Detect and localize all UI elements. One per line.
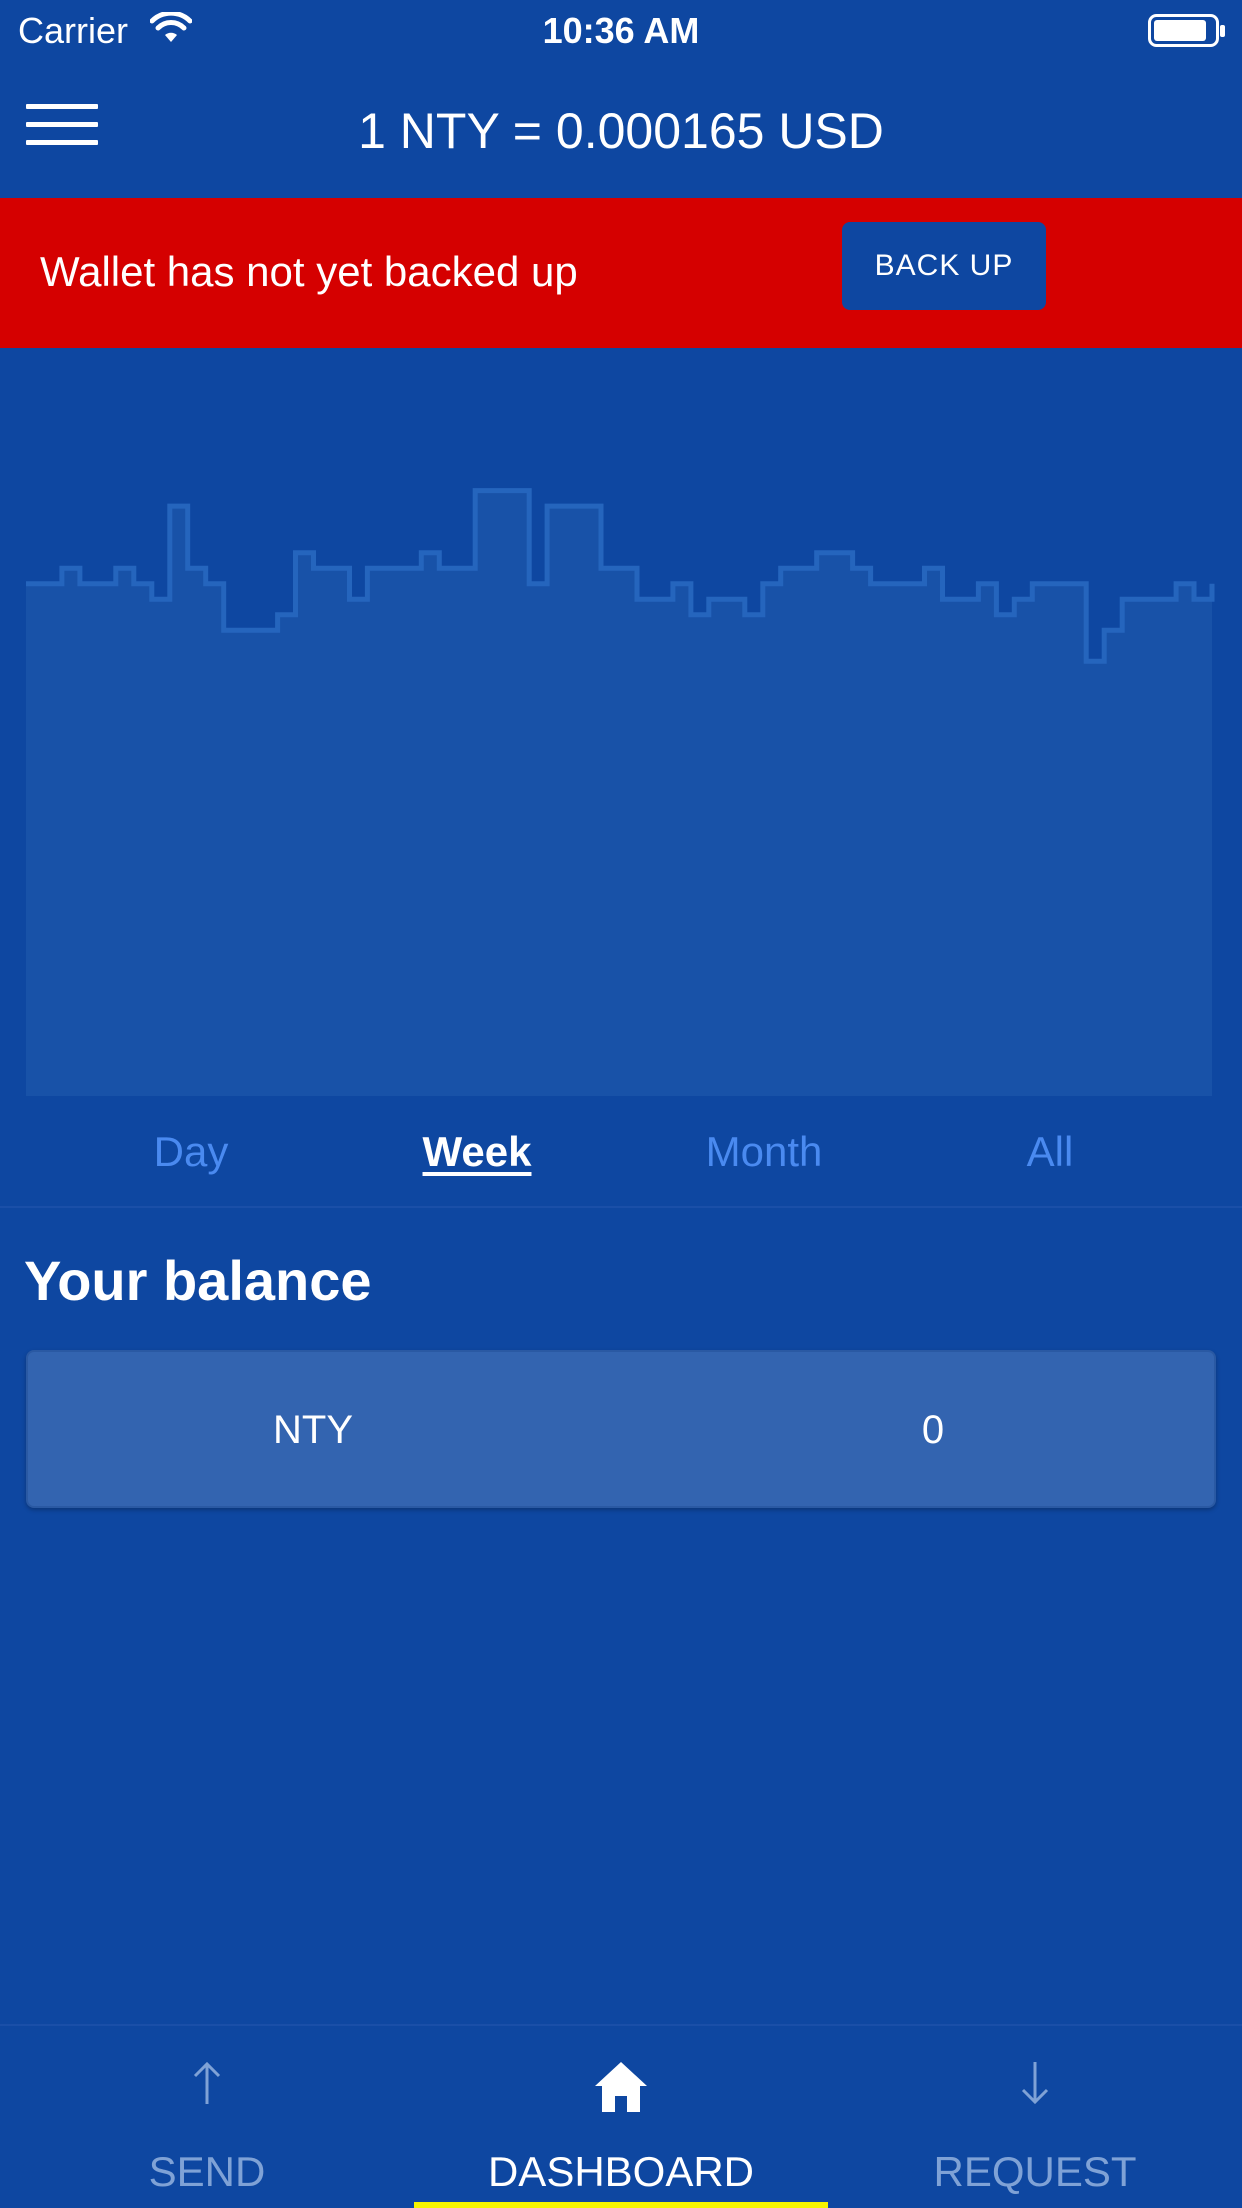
battery-icon [1148, 14, 1228, 53]
status-bar: Carrier 10:36 AM [0, 0, 1242, 62]
balance-currency: NTY [273, 1408, 353, 1452]
nav-send-label: SEND [148, 2148, 266, 2195]
nav-dashboard-label: DASHBOARD [487, 2148, 755, 2195]
tab-all[interactable]: All [1027, 1128, 1074, 1176]
nav-send[interactable]: SEND [0, 2026, 414, 2208]
header: 1 NTY = 0.000165 USD [0, 62, 1242, 198]
arrow-down-icon [828, 2058, 1242, 2113]
balance-amount: 0 [921, 1408, 945, 1452]
bottom-navigation: SEND DASHBOARD REQUEST [0, 2024, 1242, 2208]
period-tabs: Day Week Month All [0, 1100, 1242, 1208]
back-up-button[interactable]: BACK UP [842, 222, 1046, 310]
arrow-up-icon [0, 2058, 414, 2113]
balance-card[interactable]: NTY 0 [26, 1350, 1216, 1508]
active-tab-indicator [414, 2202, 828, 2208]
tab-month[interactable]: Month [706, 1128, 823, 1176]
home-icon [414, 2058, 828, 2119]
backup-warning-text: Wallet has not yet backed up [40, 248, 578, 295]
tab-week[interactable]: Week [423, 1128, 532, 1176]
backup-warning-banner: Wallet has not yet backed up BACK UP [0, 198, 1242, 348]
price-chart [0, 348, 1242, 1100]
nav-request[interactable]: REQUEST [828, 2026, 1242, 2208]
exchange-rate-title: 1 NTY = 0.000165 USD [358, 103, 884, 159]
balance-title: Your balance [24, 1249, 372, 1312]
nav-dashboard[interactable]: DASHBOARD [414, 2026, 828, 2208]
price-chart-svg [26, 488, 1215, 1097]
nav-request-label: REQUEST [933, 2148, 1137, 2195]
status-time: 10:36 AM [542, 10, 700, 51]
tab-day[interactable]: Day [154, 1128, 229, 1176]
